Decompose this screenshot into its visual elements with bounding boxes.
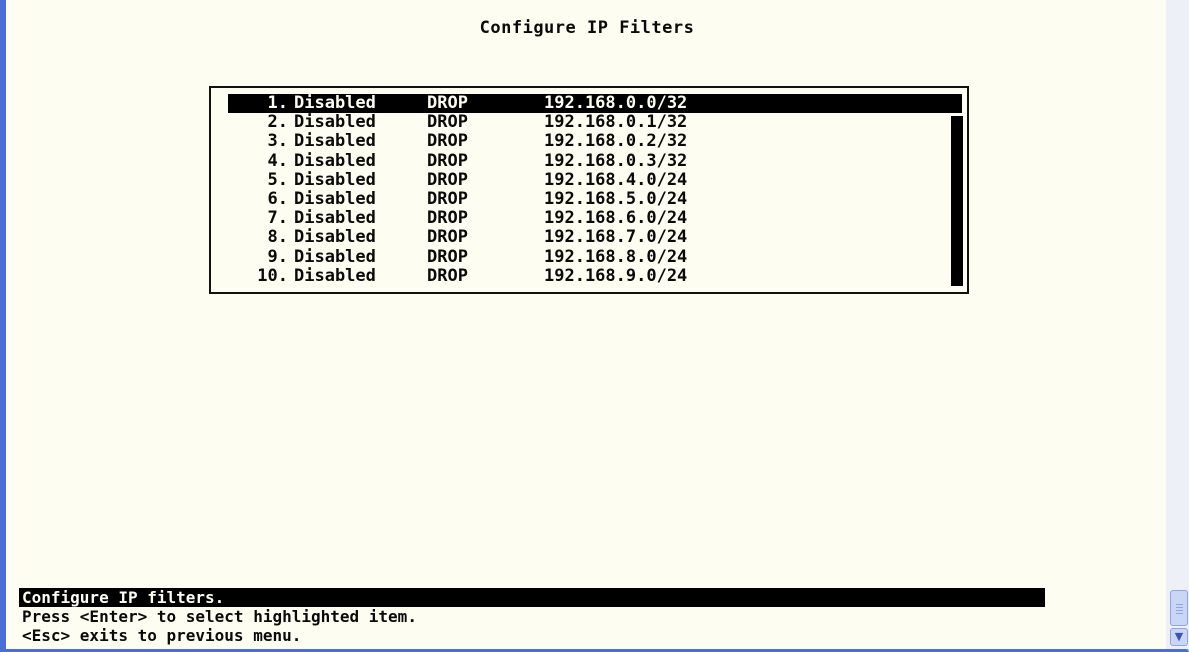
filter-network: 192.168.7.0/24: [544, 227, 688, 248]
status-area: Configure IP filters. Press <Enter> to s…: [19, 588, 1045, 645]
filter-network: 192.168.4.0/24: [544, 169, 688, 190]
filter-row[interactable]: 2. Disabled DROP 192.168.0.1/32: [228, 113, 962, 132]
filter-row[interactable]: 1. Disabled DROP 192.168.0.0/32: [228, 93, 962, 114]
filter-network: 192.168.0.0/32: [544, 93, 688, 113]
filter-network: 192.168.8.0/24: [544, 246, 688, 267]
filter-number: 9.: [267, 246, 288, 267]
list-scrollbar[interactable]: [951, 116, 963, 286]
filter-row[interactable]: 9. Disabled DROP 192.168.8.0/24: [228, 246, 962, 267]
filter-number: 7.: [267, 208, 288, 229]
filter-number: 10.: [257, 265, 288, 286]
filter-network: 192.168.6.0/24: [544, 208, 688, 229]
filter-row[interactable]: 7. Disabled DROP 192.168.6.0/24: [228, 209, 962, 228]
filter-row[interactable]: 4. Disabled DROP 192.168.0.3/32: [228, 150, 962, 171]
ip-filter-list-rows: 1. Disabled DROP 192.168.0.0/32 2. Disabled DR…: [228, 94, 962, 286]
filter-network: 192.168.0.1/32: [544, 112, 688, 133]
filter-action: DROP: [427, 208, 468, 229]
filter-action: DROP: [427, 227, 468, 248]
ip-filter-list: 1. Disabled DROP 192.168.0.0/32 2. Disabled DR…: [209, 86, 969, 294]
filter-action: DROP: [427, 246, 468, 267]
filter-number: 4.: [267, 150, 288, 171]
filter-action: DROP: [427, 150, 468, 171]
filter-state: Disabled: [294, 227, 376, 248]
status-hint-esc: <Esc> exits to previous menu.: [22, 626, 302, 645]
filter-state: Disabled: [294, 169, 376, 190]
filter-number: 1.: [267, 93, 288, 113]
filter-network: 192.168.5.0/24: [544, 188, 688, 209]
filter-state: Disabled: [294, 208, 376, 229]
filter-number: 6.: [267, 188, 288, 209]
status-help-title: Configure IP filters.: [19, 588, 1045, 607]
filter-state: Disabled: [294, 112, 376, 133]
filter-state: Disabled: [294, 188, 376, 209]
filter-state: Disabled: [294, 246, 376, 267]
status-hint-enter: Press <Enter> to select highlighted item…: [22, 607, 417, 626]
chevron-down-icon[interactable]: ▼: [1170, 628, 1188, 646]
filter-state: Disabled: [294, 93, 376, 113]
filter-action: DROP: [427, 169, 468, 190]
terminal-screen: Configure IP Filters 1. Disabled DROP 192.1…: [12, 0, 1162, 649]
filter-action: DROP: [427, 112, 468, 133]
filter-action: DROP: [427, 131, 468, 152]
filter-row[interactable]: 8. Disabled DROP 192.168.7.0/24: [228, 228, 962, 247]
filter-action: DROP: [427, 93, 468, 113]
terminal-window: Configure IP Filters 1. Disabled DROP 192.1…: [0, 0, 1189, 652]
window-scrollbar[interactable]: ▼: [1166, 0, 1189, 649]
filter-row[interactable]: 5. Disabled DROP 192.168.4.0/24: [228, 169, 962, 190]
filter-number: 3.: [267, 131, 288, 152]
filter-state: Disabled: [294, 150, 376, 171]
filter-state: Disabled: [294, 265, 376, 286]
filter-network: 192.168.9.0/24: [544, 265, 688, 286]
filter-number: 5.: [267, 169, 288, 190]
filter-action: DROP: [427, 265, 468, 286]
filter-state: Disabled: [294, 131, 376, 152]
filter-action: DROP: [427, 188, 468, 209]
filter-row[interactable]: 10. Disabled DROP 192.168.9.0/24: [228, 265, 962, 286]
window-scrollbar-thumb[interactable]: [1170, 590, 1188, 626]
filter-row[interactable]: 3. Disabled DROP 192.168.0.2/32: [228, 132, 962, 151]
page-title: Configure IP Filters: [479, 18, 695, 38]
filter-row[interactable]: 6. Disabled DROP 192.168.5.0/24: [228, 188, 962, 209]
filter-number: 2.: [267, 112, 288, 133]
filter-network: 192.168.0.3/32: [544, 150, 688, 171]
filter-number: 8.: [267, 227, 288, 248]
filter-network: 192.168.0.2/32: [544, 131, 688, 152]
